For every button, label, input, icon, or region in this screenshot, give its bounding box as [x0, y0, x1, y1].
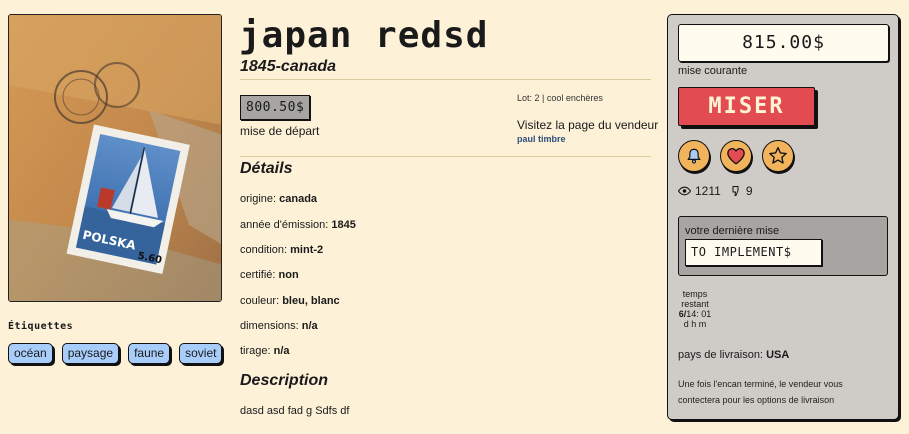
bell-icon	[687, 148, 701, 164]
divider	[240, 79, 651, 80]
divider	[240, 156, 651, 157]
detail-value: n/a	[273, 345, 290, 357]
tag-soviet[interactable]: soviet	[179, 343, 223, 364]
tags-title: Étiquettes	[8, 321, 74, 332]
stats-row: 1211 9	[678, 184, 753, 198]
shipping-label: pays de livraison:	[678, 349, 763, 361]
current-price-label: mise courante	[678, 65, 748, 77]
description-text: dasd asd fad g Sdfs df	[240, 405, 350, 417]
countdown-timer: temps restant 6/14: 01 d h m	[678, 289, 712, 329]
detail-label: origine:	[240, 193, 277, 205]
detail-label: tirage:	[240, 345, 271, 357]
star-icon	[769, 147, 787, 164]
favorite-button[interactable]	[720, 140, 752, 172]
bid-button[interactable]: MISER	[678, 87, 815, 126]
shipping-value: USA	[766, 349, 790, 361]
detail-label: condition:	[240, 244, 288, 256]
lot-info: Lot: 2 | cool enchères	[517, 93, 603, 103]
tags-list: océan paysage faune soviet	[8, 343, 223, 364]
timer-units: d h m	[683, 319, 707, 329]
detail-row-certified: certifié: non	[240, 268, 299, 282]
eye-icon	[678, 186, 691, 196]
views-count: 1211	[695, 184, 721, 198]
detail-value: canada	[279, 193, 318, 205]
item-title: japan redsd	[239, 15, 489, 56]
bell-button[interactable]	[678, 140, 710, 172]
detail-label: certifié:	[240, 269, 276, 281]
detail-value: bleu, blanc	[282, 295, 340, 307]
last-bid-field[interactable]: TO IMPLEMENT$	[685, 239, 822, 266]
detail-label: année d'émission:	[240, 219, 329, 231]
detail-row-origin: origine: canada	[240, 192, 317, 206]
tag-faune[interactable]: faune	[128, 343, 171, 364]
detail-row-dimensions: dimensions: n/a	[240, 319, 318, 333]
shipping-country: pays de livraison: USA	[678, 349, 789, 361]
bids-count: 9	[745, 184, 753, 198]
last-bid-label: votre dernière mise	[685, 225, 780, 237]
star-button[interactable]	[762, 140, 794, 172]
item-subtitle: 1845-canada	[240, 58, 337, 75]
tag-ocean[interactable]: océan	[8, 343, 53, 364]
seller-name-link[interactable]: paul timbre	[517, 134, 566, 144]
visit-seller-link[interactable]: Visitez la page du vendeur	[517, 118, 658, 132]
details-heading: Détails	[240, 160, 293, 177]
bid-hand-icon	[732, 186, 739, 196]
detail-row-condition: condition: mint-2	[240, 243, 323, 257]
tag-paysage[interactable]: paysage	[61, 343, 120, 364]
product-image[interactable]: POLSKA 5.60	[8, 14, 222, 302]
detail-row-color: couleur: bleu, blanc	[240, 294, 340, 308]
detail-row-print-run: tirage: n/a	[240, 344, 290, 358]
detail-value: n/a	[301, 320, 318, 332]
detail-label: couleur:	[240, 295, 280, 307]
bid-panel: 815.00$ mise courante MISER 1211 9 votre…	[667, 14, 899, 420]
description-heading: Description	[240, 372, 329, 389]
detail-row-year: année d'émission: 1845	[240, 218, 356, 232]
timer-label: temps	[682, 289, 708, 299]
detail-value: mint-2	[290, 244, 324, 256]
current-price: 815.00$	[678, 24, 889, 62]
shipping-note: Une fois l'encan terminé, le vendeur vou…	[678, 379, 843, 405]
detail-value: 1845	[331, 219, 356, 231]
start-price-label: mise de départ	[240, 124, 320, 138]
detail-value: non	[278, 269, 299, 281]
heart-icon	[727, 147, 745, 165]
start-price-badge: 800.50$	[240, 95, 311, 120]
timer-time: 14: 01	[686, 309, 712, 319]
timer-label: restant	[681, 299, 709, 309]
detail-label: dimensions:	[240, 320, 299, 332]
last-bid-box: votre dernière mise TO IMPLEMENT$	[678, 216, 888, 276]
